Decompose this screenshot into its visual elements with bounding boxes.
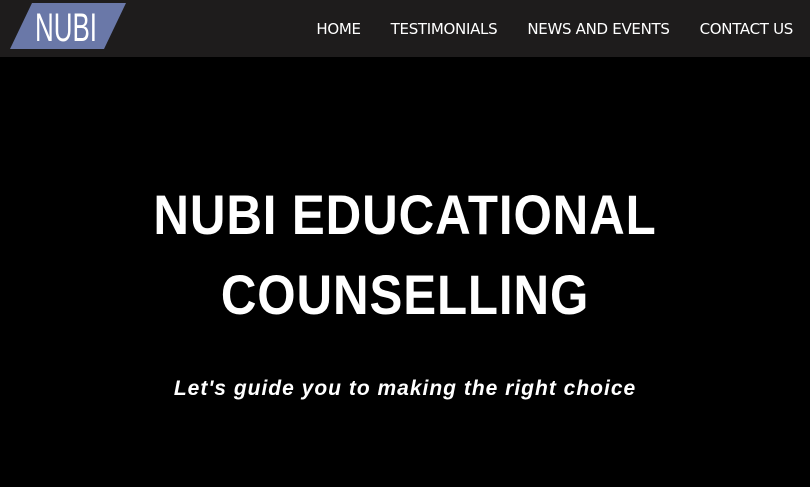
brand-logo[interactable]: NUBI [10, 3, 126, 49]
hero-section: NUBI EDUCATIONAL COUNSELLING Let's guide… [0, 57, 810, 487]
hero-subtitle: Let's guide you to making the right choi… [173, 377, 637, 400]
nav-testimonials-link[interactable]: TESTIMONIALS [391, 20, 498, 38]
hero-title-line-1: NUBI EDUCATIONAL [153, 183, 657, 246]
nav-news-events-link[interactable]: NEWS AND EVENTS [527, 20, 670, 38]
nav-home-link[interactable]: HOME [316, 20, 361, 38]
top-navbar: NUBI HOME TESTIMONIALS NEWS AND EVENTS C… [0, 0, 810, 57]
logo-text: NUBI [35, 6, 97, 49]
nav-contact-link[interactable]: CONTACT US [700, 20, 794, 38]
hero-title-line-2: COUNSELLING [220, 263, 590, 326]
hero-title: NUBI EDUCATIONAL COUNSELLING [49, 175, 762, 335]
main-nav: HOME TESTIMONIALS NEWS AND EVENTS CONTAC… [286, 0, 793, 57]
logo-icon: NUBI [10, 3, 126, 49]
